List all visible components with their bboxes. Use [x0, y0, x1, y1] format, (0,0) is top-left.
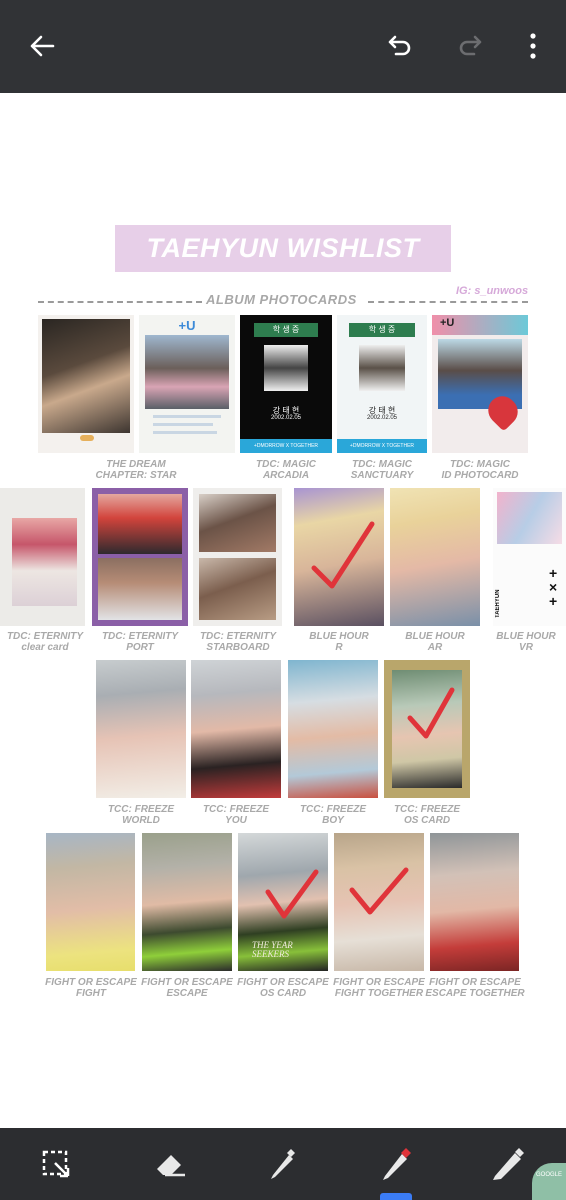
- arrow-left-icon[interactable]: [22, 26, 62, 66]
- card-logo: +U: [178, 318, 196, 333]
- card-symbols: + × +: [549, 565, 558, 609]
- photocard: +U: [432, 315, 528, 453]
- card-caption: BLUE HOUR VR: [496, 631, 556, 653]
- active-tool-indicator: [380, 1193, 412, 1200]
- check-mark-annotation: [265, 869, 319, 919]
- check-mark-annotation: [407, 687, 455, 739]
- section-title: ALBUM PHOTOCARDS: [206, 292, 357, 307]
- photocard: [96, 660, 186, 798]
- card-caption: TDC: ETERNITY STARBOARD: [199, 631, 277, 653]
- divider: [38, 301, 202, 303]
- card-caption: FIGHT OR ESCAPE FIGHT: [45, 977, 137, 999]
- marker-icon[interactable]: [376, 1144, 416, 1184]
- photocard: TAEHYUN + × +: [493, 488, 566, 626]
- wishlist-title: TAEHYUN WISHLIST: [146, 233, 420, 263]
- card-caption: FIGHT OR ESCAPE FIGHT TOGETHER: [333, 977, 425, 999]
- card-caption: BLUE HOUR R: [309, 631, 369, 653]
- card-caption: THE DREAM CHAPTER: STAR: [95, 459, 177, 481]
- wishlist-title-banner: TAEHYUN WISHLIST: [115, 225, 451, 272]
- card-date: 2002.02.05: [366, 415, 398, 421]
- photocard: [142, 833, 232, 971]
- bottom-toolbar: [0, 1128, 566, 1200]
- section-header: ALBUM PHOTOCARDS: [38, 292, 528, 310]
- photocard: [38, 315, 134, 453]
- card-date: 2002.02.05: [270, 415, 302, 421]
- card-caption: TDC: MAGIC ARCADIA: [256, 459, 316, 481]
- pen-icon[interactable]: [262, 1144, 302, 1184]
- photocard: [288, 660, 378, 798]
- selection-icon[interactable]: [36, 1144, 76, 1184]
- card-label: 학 생 증: [254, 323, 318, 337]
- check-mark-annotation: [349, 867, 409, 915]
- card-caption: TDC: MAGIC SANCTUARY: [350, 459, 414, 481]
- photocard: [193, 488, 282, 626]
- photocard: [92, 488, 188, 626]
- photocard: [430, 833, 519, 971]
- redo-icon[interactable]: [450, 26, 490, 66]
- card-caption: TCC: FREEZE OS CARD: [393, 804, 461, 826]
- card-name: TAEHYUN: [495, 589, 501, 618]
- eraser-icon[interactable]: [150, 1144, 190, 1184]
- card-caption: TDC: MAGIC ID PHOTOCARD: [441, 459, 519, 481]
- ig-handle: IG: s_unwoos: [456, 285, 529, 297]
- photocard: +U: [139, 315, 235, 453]
- card-caption: FIGHT OR ESCAPE ESCAPE: [141, 977, 233, 999]
- photocard: [46, 833, 135, 971]
- card-logo: +U: [440, 317, 455, 329]
- photocard: [191, 660, 281, 798]
- highlighter-icon[interactable]: [488, 1144, 528, 1184]
- check-mark-annotation: [311, 521, 375, 589]
- card-caption: TCC: FREEZE YOU: [202, 804, 270, 826]
- photocard: 학 생 증 강 태 현 2002.02.05 +DMORROW X TOGETH…: [337, 315, 427, 453]
- card-caption: TCC: FREEZE WORLD: [107, 804, 175, 826]
- app-badge: GOOGLE: [532, 1163, 566, 1200]
- undo-icon[interactable]: [380, 26, 420, 66]
- photocard: 학 생 증 강 태 현 2002.02.05 +DMORROW X TOGETH…: [240, 315, 332, 453]
- photocard: [0, 488, 85, 626]
- card-label: 학 생 증: [349, 323, 415, 337]
- top-toolbar: [0, 0, 566, 93]
- card-caption: FIGHT OR ESCAPE OS CARD: [237, 977, 329, 999]
- album-text: THE YEAR SEEKERS: [252, 940, 293, 959]
- card-caption: TDC: ETERNITY PORT: [101, 631, 179, 653]
- card-caption: FIGHT OR ESCAPE ESCAPE TOGETHER: [425, 977, 525, 999]
- more-vertical-icon[interactable]: [513, 26, 553, 66]
- divider: [368, 301, 528, 303]
- card-footer: +DMORROW X TOGETHER: [337, 439, 427, 453]
- card-footer: +DMORROW X TOGETHER: [240, 439, 332, 453]
- photocard: [390, 488, 480, 626]
